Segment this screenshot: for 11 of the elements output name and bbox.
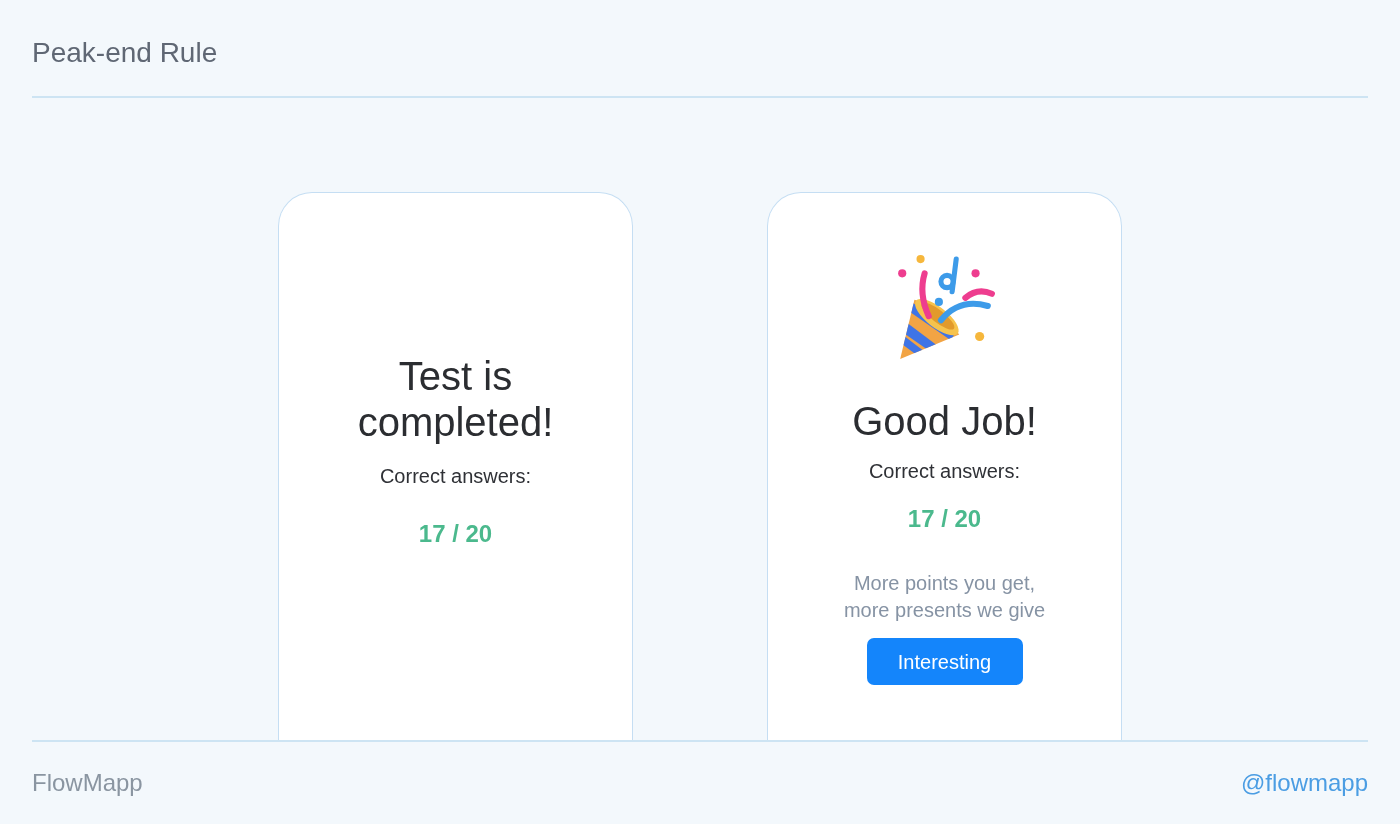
score-label: Correct answers: (868, 459, 1021, 484)
page-title: Peak-end Rule (32, 36, 218, 70)
social-handle: @flowmapp (1240, 768, 1368, 798)
action-button[interactable]: Interesting (866, 638, 1023, 685)
score-text: 17 / 20 (907, 504, 982, 534)
score-text: 17 / 20 (418, 519, 493, 549)
brand-name: FlowMapp (32, 768, 143, 798)
card-title: Test is completed! (356, 353, 555, 445)
message-text: More points you get, more presents we give (843, 571, 1046, 623)
card-title: Good Job! (852, 398, 1037, 444)
score-label: Correct answers: (379, 464, 532, 489)
